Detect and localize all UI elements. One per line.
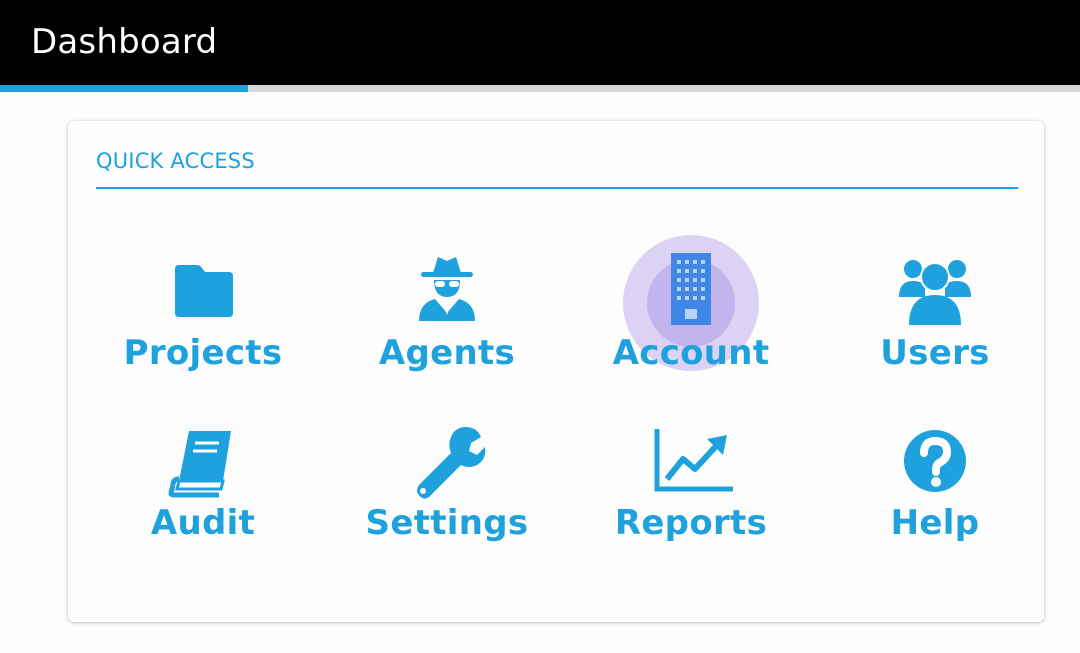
top-bar: Dashboard — [0, 0, 1080, 85]
tile-label: Audit — [150, 503, 256, 543]
line-chart-icon — [654, 429, 733, 492]
folder-icon — [175, 265, 233, 317]
quick-access-audit[interactable]: Audit — [88, 423, 318, 573]
quick-access-help[interactable]: Help — [820, 423, 1050, 573]
quick-access-projects[interactable]: Projects — [88, 253, 318, 403]
users-group-icon — [899, 260, 971, 325]
tile-label: Account — [612, 333, 770, 373]
tile-label: Projects — [123, 333, 283, 373]
quick-access-users[interactable]: Users — [820, 253, 1050, 403]
quick-access-account[interactable]: Account — [576, 235, 806, 403]
spy-agent-icon — [419, 257, 475, 321]
tile-label: Agents — [378, 333, 516, 373]
quick-access-card: QUICK ACCESS Projects Agents Account Use… — [68, 121, 1044, 622]
tile-label: Reports — [614, 503, 768, 543]
loading-progress-bar — [0, 85, 1080, 92]
quick-access-reports[interactable]: Reports — [576, 423, 806, 573]
section-title: QUICK ACCESS — [96, 149, 255, 173]
wrench-icon — [417, 427, 486, 499]
building-icon — [671, 253, 711, 325]
quick-access-agents[interactable]: Agents — [332, 253, 562, 403]
page-title: Dashboard — [31, 22, 218, 62]
tile-label: Users — [880, 333, 990, 373]
tile-label: Settings — [365, 503, 529, 543]
tile-label: Help — [890, 503, 980, 543]
question-circle-icon — [904, 430, 966, 492]
section-divider — [96, 187, 1018, 189]
book-icon — [168, 431, 231, 498]
quick-access-settings[interactable]: Settings — [332, 423, 562, 573]
loading-progress-fill — [0, 85, 249, 92]
